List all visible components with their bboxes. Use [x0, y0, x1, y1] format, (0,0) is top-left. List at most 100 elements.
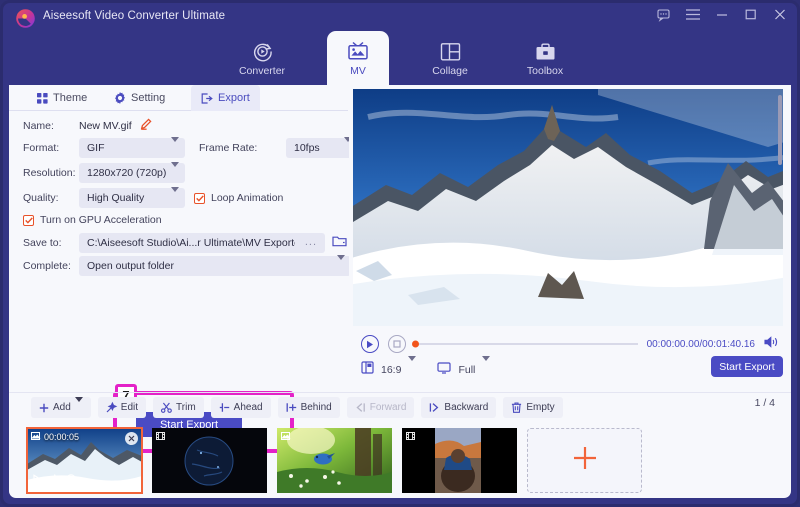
format-value: GIF	[87, 142, 105, 154]
app-logo-icon	[15, 8, 36, 29]
thumb-tools	[32, 471, 76, 489]
forward-button[interactable]: Forward	[347, 397, 415, 418]
button-label: Trim	[176, 402, 196, 413]
button-label: Backward	[444, 402, 488, 413]
image-icon	[281, 432, 290, 442]
theme-grid-icon	[37, 93, 48, 104]
edit-button[interactable]: Edit	[98, 397, 146, 418]
thumb-duration: 00:00:05	[44, 432, 79, 442]
add-button[interactable]: Add	[31, 397, 91, 418]
timeline-item-2[interactable]	[152, 428, 267, 493]
quality-select[interactable]: High Quality	[79, 188, 185, 208]
collage-layout-icon	[440, 40, 461, 62]
chevron-down-icon	[337, 260, 345, 272]
nav-item-collage[interactable]: Collage	[419, 31, 481, 85]
ahead-button[interactable]: Ahead	[211, 397, 271, 418]
insert-ahead-icon	[219, 402, 230, 413]
resolution-select[interactable]: 1280x720 (720p)	[79, 163, 185, 183]
complete-select[interactable]: Open output folder	[79, 256, 351, 276]
play-icon[interactable]	[361, 335, 379, 353]
chevron-down-icon	[171, 192, 179, 204]
tab-setting[interactable]: Setting	[104, 85, 175, 111]
nav-item-converter[interactable]: Converter	[231, 31, 293, 85]
title-bar: Aiseesoft Video Converter Ultimate	[3, 3, 797, 33]
pencil-edit-icon[interactable]	[140, 117, 152, 135]
quality-row: Quality: High Quality	[23, 188, 185, 208]
tab-export[interactable]: Export	[191, 85, 260, 111]
nav-item-label: Converter	[239, 65, 285, 77]
start-export-player-button[interactable]: Start Export	[711, 356, 783, 377]
framerate-label: Frame Rate:	[199, 142, 286, 154]
framerate-select[interactable]: 10fps	[286, 138, 358, 158]
timeline-item-4[interactable]	[402, 428, 517, 493]
export-panel: Theme Setting	[9, 85, 348, 392]
framerate-value: 10fps	[294, 142, 320, 154]
resolution-label: Resolution:	[23, 167, 79, 179]
playback-time: 00:00:00.00/00:01:40.16	[647, 339, 755, 350]
scissors-icon	[161, 402, 172, 413]
gpu-acceleration-label: Turn on GPU Acceleration	[40, 214, 162, 226]
backward-button[interactable]: Backward	[421, 397, 496, 418]
edit-wand-icon[interactable]	[49, 471, 59, 489]
sub-tabs: Theme Setting	[9, 85, 348, 111]
progress-handle[interactable]	[412, 341, 419, 348]
close-icon[interactable]	[772, 7, 787, 22]
format-select[interactable]: GIF	[79, 138, 185, 158]
monitor-icon	[437, 361, 451, 379]
page-indicator: 1 / 4	[755, 397, 775, 409]
tab-theme[interactable]: Theme	[27, 85, 97, 111]
hamburger-menu-icon[interactable]	[685, 7, 700, 22]
tab-label: Setting	[131, 92, 165, 104]
move-forward-icon	[355, 402, 366, 413]
button-label: Add	[53, 402, 71, 413]
nav-item-mv[interactable]: MV	[327, 31, 389, 85]
timeline-item-1[interactable]: 00:00:05	[27, 428, 142, 493]
clock-icon[interactable]	[66, 471, 76, 489]
chevron-down-icon	[171, 142, 179, 154]
stop-icon[interactable]	[388, 335, 406, 353]
gpu-acceleration-checkbox[interactable]	[23, 215, 34, 226]
thumb-close-icon[interactable]	[125, 432, 138, 445]
timeline-toolbar: Add Edit Trim	[9, 392, 791, 422]
saveto-path-field[interactable]: C:\Aiseesoft Studio\Ai...r Ultimate\MV E…	[79, 233, 325, 253]
loop-animation-checkbox[interactable]	[194, 193, 205, 204]
browse-button[interactable]: ...	[305, 236, 317, 248]
folder-icon[interactable]	[332, 234, 347, 252]
empty-button[interactable]: Empty	[503, 397, 562, 418]
minimize-icon[interactable]	[714, 7, 729, 22]
progress-slider[interactable]	[415, 343, 638, 345]
volume-icon[interactable]	[764, 335, 779, 353]
timeline-item-3[interactable]	[277, 428, 392, 493]
tab-label: Theme	[53, 92, 87, 104]
format-label: Format:	[23, 142, 79, 154]
chevron-down-icon[interactable]	[408, 361, 416, 379]
format-row: Format: GIF	[23, 138, 185, 158]
behind-button[interactable]: Behind	[278, 397, 340, 418]
plus-icon	[571, 444, 599, 477]
screen-mode-value[interactable]: Full	[458, 364, 475, 376]
chevron-down-icon[interactable]	[482, 361, 490, 379]
preview-area	[349, 85, 791, 326]
nav-item-toolbox[interactable]: Toolbox	[514, 31, 576, 85]
loop-animation-row[interactable]: Loop Animation	[194, 188, 283, 208]
thumb-badge	[406, 432, 419, 442]
gear-icon	[114, 92, 126, 104]
aspect-ratio-value[interactable]: 16:9	[381, 364, 401, 376]
add-media-placeholder[interactable]	[527, 428, 642, 493]
video-preview[interactable]	[353, 89, 783, 326]
maximize-icon[interactable]	[743, 7, 758, 22]
film-icon	[156, 432, 165, 442]
chat-icon[interactable]	[656, 7, 671, 22]
aspect-ratio-icon	[361, 361, 374, 379]
nav-item-label: Toolbox	[527, 65, 563, 77]
window-controls	[656, 7, 787, 22]
nav-item-label: MV	[350, 65, 366, 77]
chevron-down-icon[interactable]	[75, 402, 83, 413]
saveto-value: C:\Aiseesoft Studio\Ai...r Ultimate\MV E…	[87, 237, 295, 249]
preview-scrollbar[interactable]	[778, 95, 782, 165]
tab-label: Export	[218, 92, 250, 104]
gpu-acceleration-row[interactable]: Turn on GPU Acceleration	[23, 210, 162, 230]
trim-button[interactable]: Trim	[153, 397, 204, 418]
thumb-badge	[156, 432, 169, 442]
play-icon[interactable]	[32, 471, 42, 489]
